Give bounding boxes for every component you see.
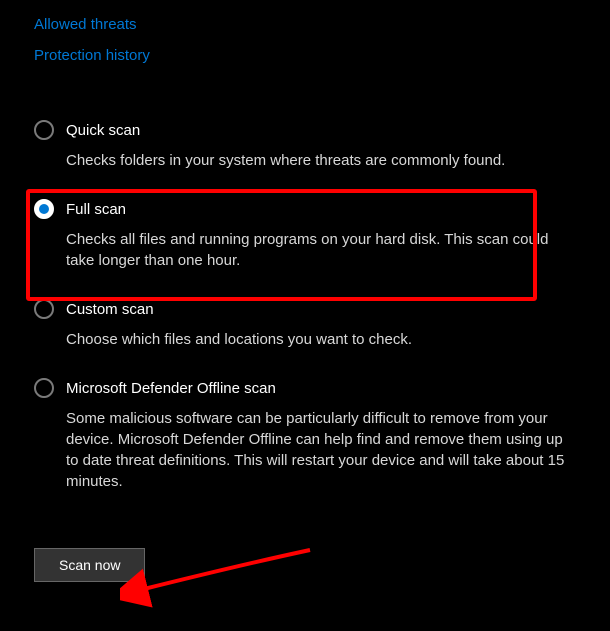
radio-icon xyxy=(34,120,54,140)
quick-scan-option[interactable]: Quick scan Checks folders in your system… xyxy=(34,120,590,171)
option-description: Checks folders in your system where thre… xyxy=(66,150,576,171)
option-description: Some malicious software can be particula… xyxy=(66,408,576,492)
radio-icon xyxy=(34,299,54,319)
arrow-annotation xyxy=(120,545,320,610)
protection-history-link[interactable]: Protection history xyxy=(34,47,610,64)
custom-scan-option[interactable]: Custom scan Choose which files and locat… xyxy=(34,299,590,350)
option-description: Choose which files and locations you wan… xyxy=(66,329,576,350)
option-title: Full scan xyxy=(66,201,126,218)
radio-icon xyxy=(34,199,54,219)
allowed-threats-link[interactable]: Allowed threats xyxy=(34,16,610,33)
scan-now-button[interactable]: Scan now xyxy=(34,548,145,582)
option-title: Microsoft Defender Offline scan xyxy=(66,380,276,397)
option-title: Quick scan xyxy=(66,122,140,139)
offline-scan-option[interactable]: Microsoft Defender Offline scan Some mal… xyxy=(34,378,590,492)
full-scan-option[interactable]: Full scan Checks all files and running p… xyxy=(34,199,590,271)
option-description: Checks all files and running programs on… xyxy=(66,229,576,271)
option-title: Custom scan xyxy=(66,301,154,318)
radio-icon xyxy=(34,378,54,398)
